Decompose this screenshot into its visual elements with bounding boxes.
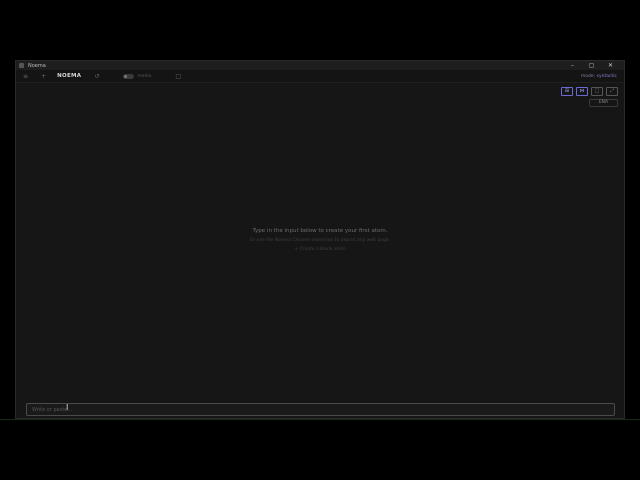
empty-state-hint: Or use the Noema Chrome extension to imp… xyxy=(249,238,391,243)
minimize-button[interactable]: – xyxy=(563,61,582,70)
history-icon[interactable]: ↺ xyxy=(94,73,99,80)
menu-icon[interactable]: ≡ xyxy=(23,73,28,80)
maximize-button[interactable]: ▢ xyxy=(582,61,601,70)
title-bar: Noema – ▢ ✕ xyxy=(16,61,624,70)
graph-view-icon[interactable]: ⊞ xyxy=(561,87,573,96)
window-controls: – ▢ ✕ xyxy=(563,61,620,70)
mode-label: mode: xyxy=(580,73,596,79)
add-icon[interactable]: + xyxy=(41,73,46,80)
mode-value: syntactic xyxy=(596,73,617,79)
language-button[interactable]: ENA xyxy=(589,99,618,107)
divider xyxy=(0,419,640,420)
view-buttons: ⊞ ⋈ □ ⤢ xyxy=(561,87,618,96)
app-icon xyxy=(19,63,24,68)
media-toggle-label: media xyxy=(137,73,152,79)
expand-icon[interactable]: ⤢ xyxy=(606,87,618,96)
atom-input[interactable] xyxy=(26,403,615,416)
media-toggle[interactable] xyxy=(123,73,135,79)
toolbar: ≡ + NOEMA ↺ media □ mode: syntactic xyxy=(16,70,624,83)
brand-logo: NOEMA xyxy=(57,73,82,79)
square-view-icon[interactable]: □ xyxy=(591,87,603,96)
extra-icon[interactable]: □ xyxy=(175,73,181,80)
text-cursor-icon: I xyxy=(66,403,69,412)
create-blank-atom-link[interactable]: + Create a blank atom xyxy=(16,247,624,252)
window-title: Noema xyxy=(28,62,46,69)
atoms-view-icon[interactable]: ⋈ xyxy=(576,87,588,96)
mode-indicator[interactable]: mode: syntactic xyxy=(581,74,617,79)
app-window: Noema – ▢ ✕ ≡ + NOEMA ↺ media □ mode: sy… xyxy=(15,60,625,419)
close-button[interactable]: ✕ xyxy=(601,61,620,70)
empty-state: Type in the input below to create your f… xyxy=(16,228,624,252)
empty-state-title: Type in the input below to create your f… xyxy=(252,228,388,234)
